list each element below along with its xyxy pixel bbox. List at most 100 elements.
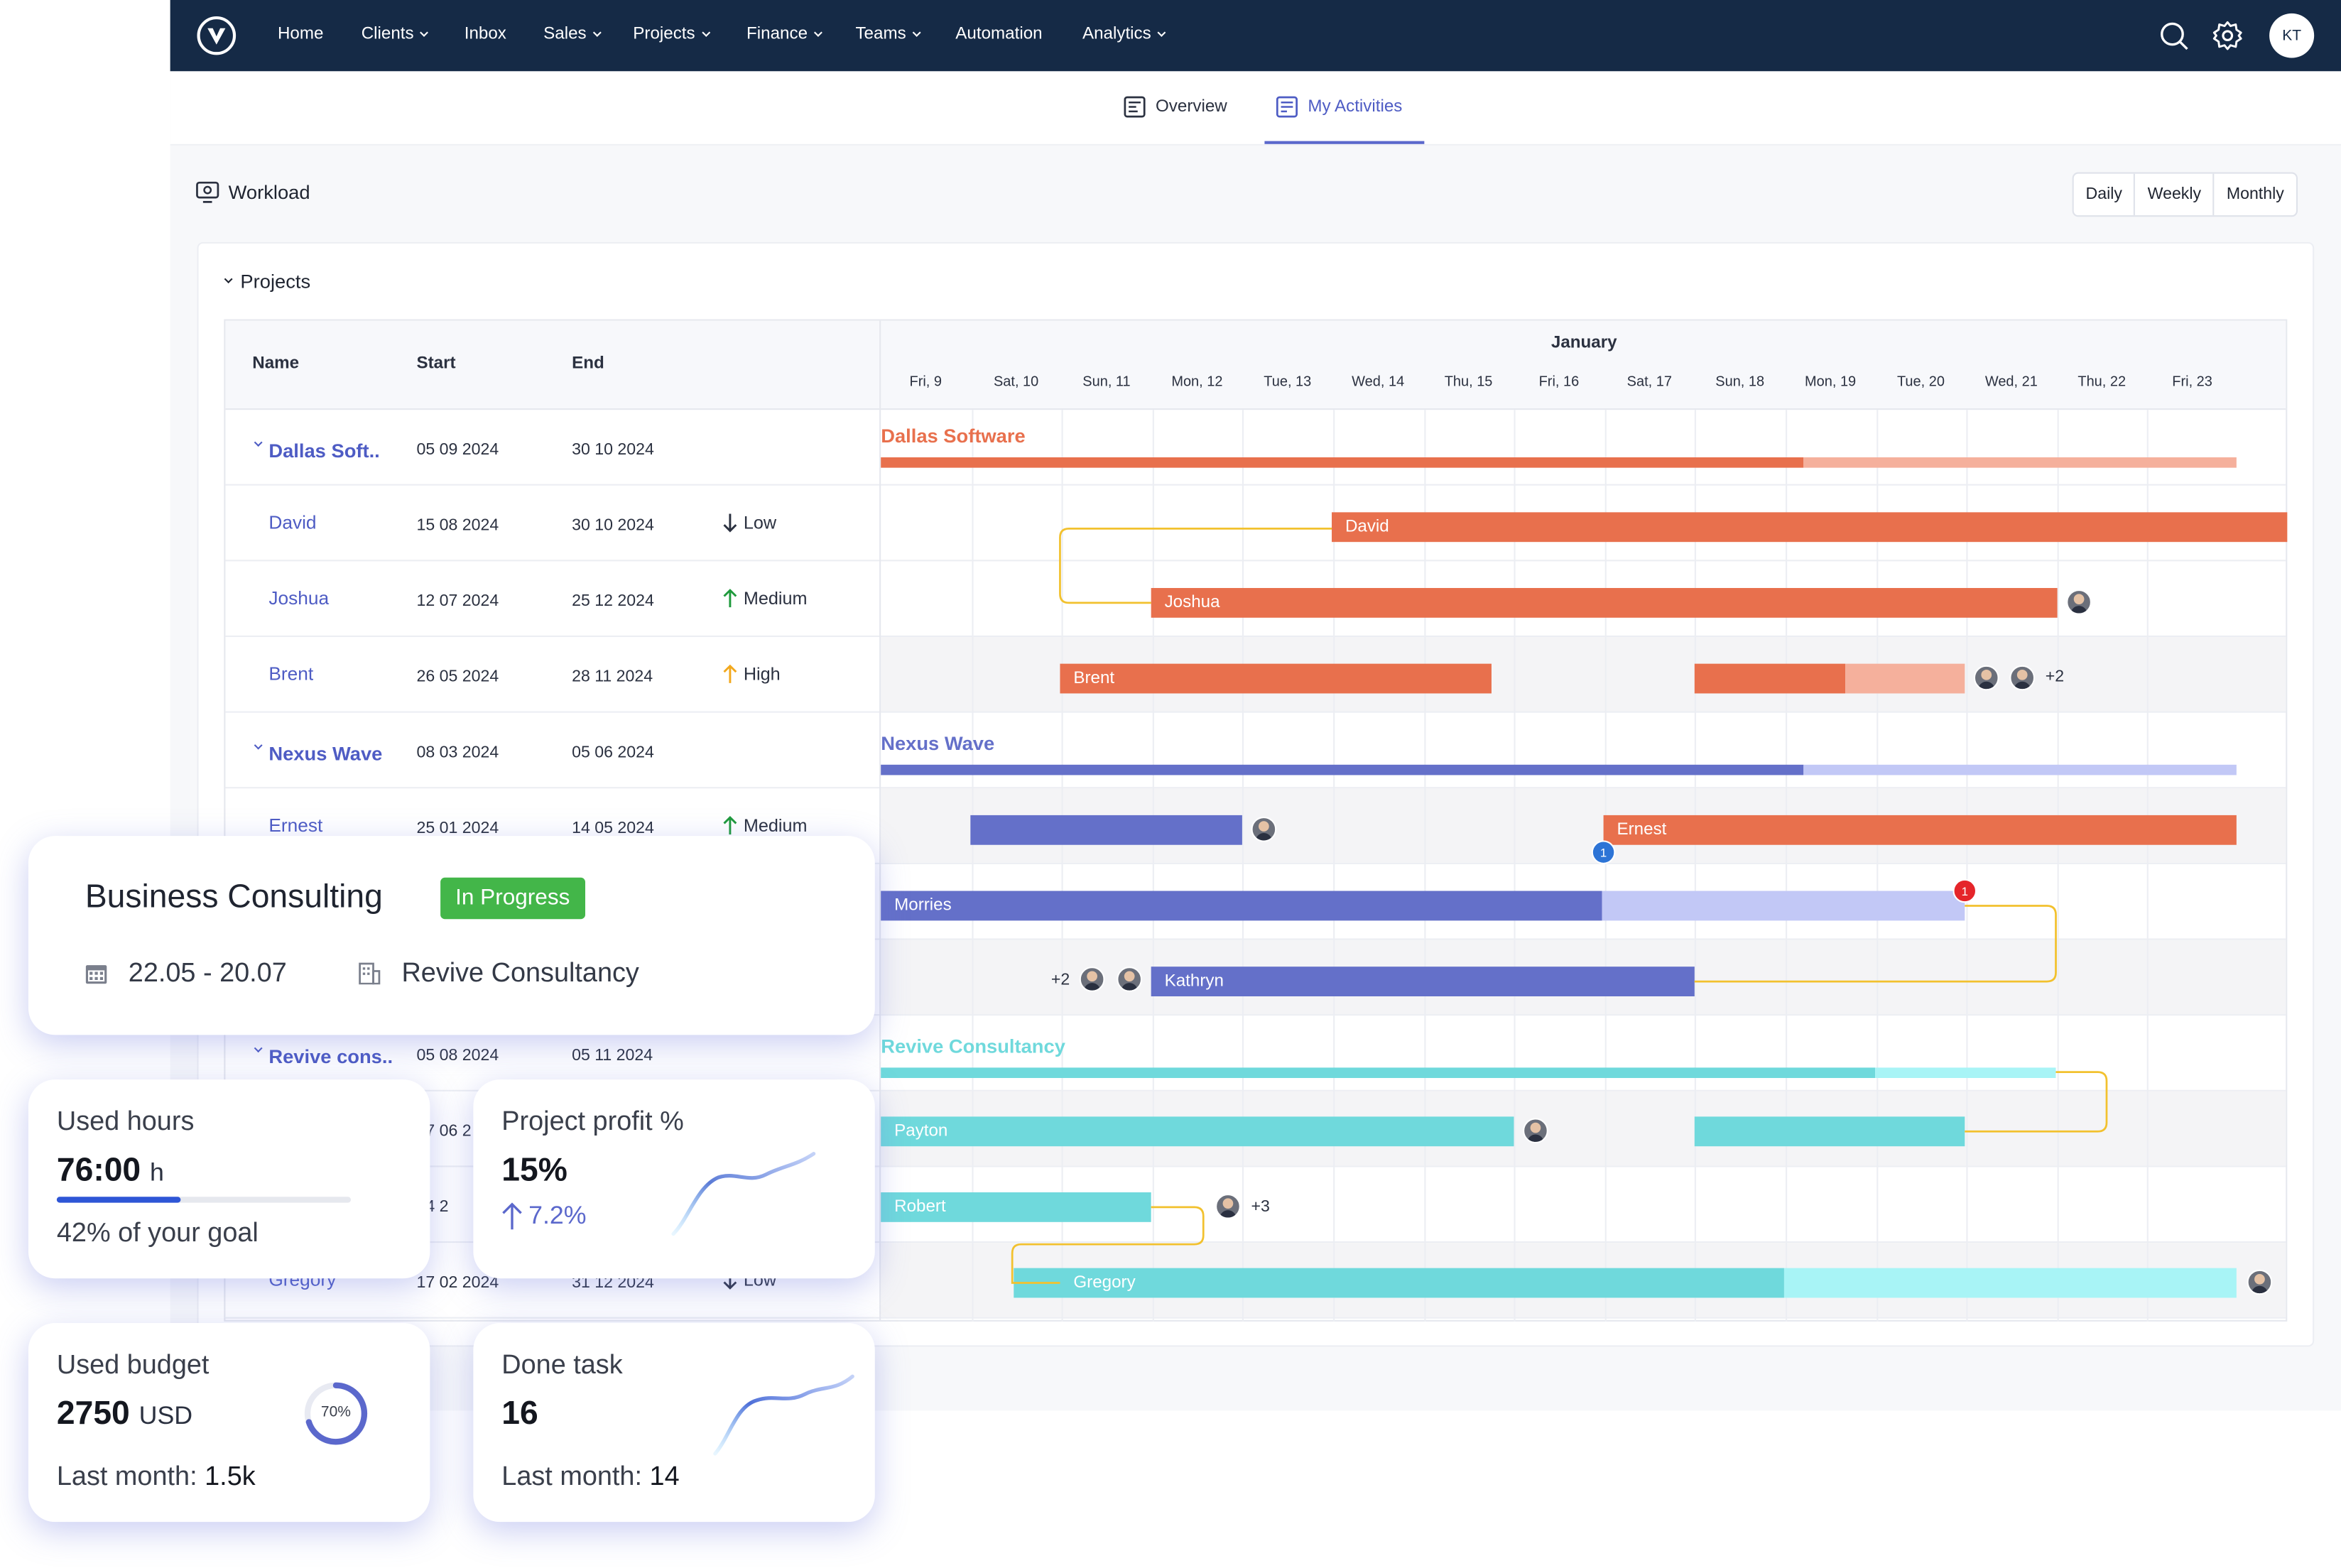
extra-assignees-count[interactable]: +2 [2046, 668, 2064, 686]
arrow-up-icon [723, 589, 737, 608]
group-name[interactable]: Nexus Wave [268, 742, 382, 764]
extra-assignees-count[interactable]: +2 [1051, 971, 1070, 989]
search-icon[interactable] [2157, 19, 2190, 52]
nav-clients-label: Clients [361, 25, 414, 43]
profit-delta-value: 7.2% [528, 1201, 587, 1230]
budget-label: Used budget [56, 1349, 210, 1380]
project-dates: 22.05 - 20.07 [85, 958, 287, 989]
nav-sales[interactable]: Sales [543, 26, 602, 43]
group-name[interactable]: Revive cons.. [268, 1045, 393, 1067]
tab-my-activities[interactable]: My Activities [1275, 95, 1402, 119]
group-bar-revive[interactable] [881, 1067, 1876, 1079]
avatar[interactable] [1251, 817, 1277, 842]
nav-projects[interactable]: Projects [633, 25, 710, 43]
dependency-badge[interactable]: 1 [1591, 840, 1616, 864]
day-gridline [2147, 410, 2149, 1322]
task-bar-gregory[interactable]: Gregory [1014, 1268, 1784, 1298]
avatar[interactable] [1973, 665, 1999, 691]
avatar[interactable] [2009, 665, 2036, 691]
task-bar-kathryn[interactable]: Kathryn [1151, 967, 1695, 997]
nav-home[interactable]: Home [278, 26, 324, 43]
task-name[interactable]: Joshua [268, 588, 329, 609]
business-consulting-card[interactable]: Business Consulting In Progress 22.05 - … [28, 836, 875, 1035]
timeline-cell [881, 1016, 2286, 1090]
column-header-start: Start [416, 354, 456, 373]
projects-section-toggle[interactable]: Projects [222, 271, 310, 293]
workload-title-label: Workload [228, 181, 310, 204]
gear-icon[interactable] [2211, 19, 2244, 52]
budget-ring-label: 70% [320, 1405, 351, 1422]
day-gridline [1152, 410, 1154, 1322]
project-profit-card[interactable]: Project profit % 15% 7.2% [473, 1079, 875, 1279]
task-bar-payton[interactable]: Payton [881, 1116, 1514, 1147]
task-bar-morries[interactable]: Morries [881, 891, 1602, 921]
day-gridline [1061, 410, 1064, 1322]
task-bar-joshua[interactable]: Joshua [1151, 588, 2058, 618]
avatar[interactable] [1117, 967, 1143, 992]
group-row[interactable]: Dallas Soft.. 05 09 2024 30 10 2024 [225, 410, 2286, 486]
goal-text: 42% of your goal [56, 1217, 259, 1248]
group-row[interactable]: Nexus Wave 08 03 2024 05 06 2024 [225, 713, 2286, 789]
task-name[interactable]: Ernest [268, 815, 322, 836]
building-icon [359, 962, 381, 985]
chevron-down-icon [420, 28, 429, 36]
start-date: 17 02 2024 [416, 1274, 499, 1292]
chevron-down-icon [701, 28, 710, 36]
end-date: 30 10 2024 [572, 516, 654, 535]
column-header-name: Name [252, 354, 300, 373]
view-weekly-button[interactable]: Weekly [2136, 173, 2215, 216]
chevron-down-icon[interactable] [254, 741, 263, 750]
nav-teams[interactable]: Teams [855, 26, 921, 43]
activities-icon [1276, 96, 1298, 118]
task-bar-payton-2[interactable] [1694, 1116, 1965, 1147]
nav-inbox[interactable]: Inbox [465, 26, 506, 43]
group-bar-nexus[interactable] [881, 764, 1804, 775]
view-daily-button[interactable]: Daily [2074, 173, 2136, 216]
nav-finance[interactable]: Finance [746, 25, 822, 43]
start-date: 26 05 2024 [416, 668, 499, 687]
avatar[interactable] [2066, 589, 2092, 615]
used-hours-card[interactable]: Used hours 76:00 h 42% of your goal [28, 1079, 430, 1279]
app-logo[interactable] [197, 16, 237, 55]
avatar[interactable] [1079, 967, 1105, 992]
user-avatar[interactable]: KT [2269, 13, 2315, 58]
avatar[interactable] [1215, 1194, 1241, 1219]
month-label: January [1550, 334, 1617, 352]
view-monthly-button[interactable]: Monthly [2215, 174, 2296, 216]
task-bar-brent-2[interactable] [1694, 663, 1846, 694]
used-budget-card[interactable]: Used budget 2750 USD Last month: 1.5k 70… [28, 1323, 430, 1523]
active-tab-indicator [1264, 141, 1425, 144]
used-hours-value: 76:00 h [57, 1150, 164, 1189]
extra-assignees-count[interactable]: +3 [1251, 1198, 1270, 1216]
nav-projects-label: Projects [633, 25, 695, 43]
nav-finance-label: Finance [746, 25, 808, 43]
avatar[interactable] [2247, 1269, 2273, 1295]
nav-clients[interactable]: Clients [361, 25, 429, 43]
avatar[interactable] [1523, 1118, 1548, 1144]
budget-number: 2750 [56, 1394, 130, 1432]
task-bar-ernest[interactable]: Ernest [1603, 815, 2237, 845]
priority-label: Low [743, 512, 777, 533]
nav-analytics[interactable]: Analytics [1082, 25, 1166, 43]
task-bar-david[interactable]: David [1332, 512, 2288, 543]
day-gridline [1514, 410, 1516, 1322]
task-name[interactable]: Brent [268, 664, 313, 685]
priority-label: Medium [743, 588, 808, 609]
group-name[interactable]: Dallas Soft.. [268, 440, 379, 462]
done-task-card[interactable]: Done task 16 Last month: 14 [473, 1323, 875, 1523]
chevron-down-icon[interactable] [254, 1044, 263, 1053]
task-bar-brent[interactable]: Brent [1060, 663, 1492, 694]
start-date: 05 09 2024 [416, 441, 499, 459]
group-bar-dallas[interactable] [881, 457, 1804, 468]
tab-overview[interactable]: Overview [1123, 95, 1227, 119]
alert-badge[interactable]: 1 [1952, 878, 1977, 903]
nav-analytics-label: Analytics [1082, 25, 1151, 43]
day-gridline [1333, 410, 1335, 1322]
chevron-down-icon[interactable] [254, 438, 263, 447]
nav-automation[interactable]: Automation [955, 26, 1042, 43]
start-date: 08 03 2024 [416, 744, 499, 762]
task-bar-robert[interactable]: Robert [881, 1192, 1151, 1222]
task-name[interactable]: David [268, 512, 316, 533]
task-bar-nexus-1[interactable] [970, 815, 1242, 845]
budget-last-month-label: Last month: [56, 1461, 197, 1491]
